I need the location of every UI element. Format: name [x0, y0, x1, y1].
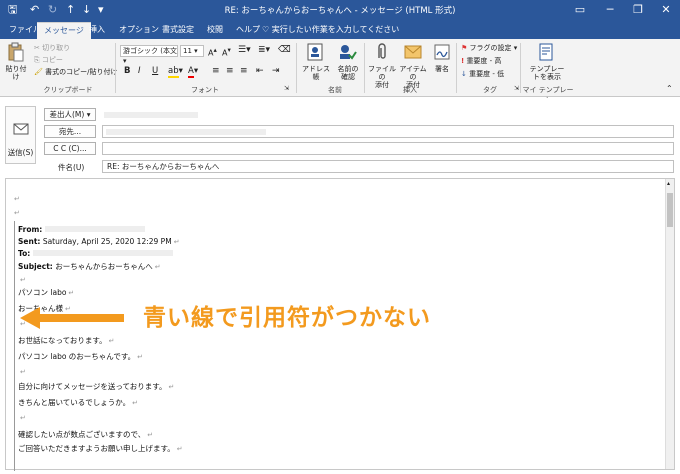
signature-label: 署名 [435, 65, 449, 73]
address-book-label: アドレス帳 [302, 65, 330, 81]
send-label: 送信(S) [7, 148, 34, 157]
clear-format-button[interactable]: ⌫ [278, 45, 291, 55]
tab-review[interactable]: 校閲 [200, 22, 230, 39]
ribbon: 貼り付け ✂ 切り取り ⎘ コピー 🖌 書式のコピー/貼り付け クリップボード … [0, 39, 680, 104]
align-right-button[interactable]: ≡ [240, 66, 248, 76]
paste-label: 貼り付け [5, 65, 27, 81]
paragraph-mark: ↵ [14, 209, 20, 217]
low-importance-button[interactable]: ↓ 重要度 - 低 [461, 69, 504, 79]
subject-label: 件名(U) [58, 163, 85, 172]
template-icon [539, 43, 553, 61]
body-line: パソコン labo のおーちゃんです。 ↵ [18, 352, 144, 361]
font-color-button[interactable]: A▾ [188, 66, 198, 78]
quoted-sent: Sent: Saturday, April 25, 2020 12:29 PM ↵ [18, 237, 180, 246]
send-button[interactable]: 送信(S) [5, 106, 36, 164]
cc-field[interactable] [102, 142, 674, 155]
check-names-label: 名前の 確認 [337, 65, 359, 81]
close-button[interactable]: ✕ [652, 0, 680, 20]
collapse-ribbon-icon[interactable]: ⌃ [666, 84, 673, 94]
font-dialog-launcher[interactable]: ⇲ [284, 84, 289, 94]
clipboard-group-label: クリップボード [43, 86, 93, 94]
annotation-text: 青い線で引用符がつかない [143, 305, 431, 331]
format-painter-button[interactable]: 🖌 書式のコピー/貼り付け [34, 67, 117, 77]
highlight-button[interactable]: ab▾ [168, 66, 183, 78]
decrease-indent-button[interactable]: ⇤ [256, 66, 264, 76]
tab-format-text[interactable]: 書式設定 [155, 22, 201, 39]
quote-line [14, 221, 15, 471]
quoted-subject: Subject: おーちゃんからおーちゃんへ ↵ [18, 262, 161, 271]
group-separator [115, 43, 116, 93]
paste-icon [8, 42, 24, 62]
body-line: ↵ [20, 368, 26, 376]
from-value [104, 112, 198, 118]
body-line: きちんと届いているでしょうか。 ↵ [18, 398, 138, 407]
font-group-label: フォント [191, 86, 219, 94]
numbering-button[interactable]: ≣▾ [258, 45, 270, 55]
follow-up-flag-button[interactable]: ⚑ フラグの設定 ▾ [461, 43, 517, 53]
body-line: ↵ [20, 414, 26, 422]
quoted-from: From: [18, 225, 145, 234]
body-line: パソコン labo ↵ [18, 288, 75, 297]
group-separator [296, 43, 297, 93]
tags-group-label: タグ [483, 86, 497, 94]
ribbon-display-icon[interactable]: ▭ [566, 0, 594, 20]
body-line: 確認したい点が数点ございますので、 ↵ [18, 430, 154, 439]
body-line: お世話になっております。 ↵ [18, 336, 115, 345]
envelope-attach-icon [404, 45, 422, 59]
high-importance-button[interactable]: ! 重要度 - 高 [461, 56, 501, 66]
paragraph-mark: ↵ [14, 195, 20, 203]
subject-field[interactable]: RE: おーちゃんからおーちゃんへ [102, 160, 674, 173]
copy-button[interactable]: ⎘ コピー [34, 55, 63, 65]
body-empty-line: ↵ [20, 276, 26, 284]
underline-button[interactable]: U [152, 66, 158, 76]
cut-button[interactable]: ✂ 切り取り [34, 43, 70, 53]
address-book-icon [307, 43, 323, 61]
group-separator [456, 43, 457, 93]
group-separator [520, 43, 521, 93]
vertical-scrollbar[interactable]: ▴ [665, 179, 674, 469]
body-line: ご回答いただきますようお願い申し上げます。 ↵ [18, 444, 183, 453]
view-templates-label: テンプレー トを表示 [529, 65, 565, 81]
message-header: 送信(S) 差出人(M) ▾ 宛先... C C (C)... 件名(U) RE… [0, 98, 680, 178]
signature-icon [434, 44, 450, 60]
cc-button[interactable]: C C (C)... [44, 142, 96, 155]
to-value [106, 129, 266, 135]
tell-me-text: 実行したい作業を入力してください [271, 25, 400, 34]
names-group-label: 名前 [328, 86, 342, 94]
font-size-select[interactable]: 11 ▾ [180, 45, 204, 57]
include-group-label: 挿入 [403, 86, 417, 94]
group-separator [364, 43, 365, 93]
ribbon-tabs: ファイル メッセージ 挿入 オプション 書式設定 校閲 ヘルプ ♡ 実行したい作… [0, 20, 680, 39]
grow-font-button[interactable]: A▴ [208, 45, 217, 59]
tags-dialog-launcher[interactable]: ⇲ [514, 84, 519, 94]
title-bar: 🖫 ↶ ↻ ↑ ↓ ▾ RE: おーちゃんからおーちゃんへ - メッセージ (H… [0, 0, 680, 20]
body-line: 自分に向けてメッセージを送っております。 ↵ [18, 382, 175, 391]
tab-insert[interactable]: 挿入 [82, 22, 112, 39]
lightbulb-icon: ♡ [262, 25, 270, 34]
scroll-up-icon[interactable]: ▴ [667, 180, 670, 187]
to-button[interactable]: 宛先... [44, 125, 96, 138]
restore-button[interactable]: ❐ [624, 0, 652, 20]
shrink-font-button[interactable]: A▾ [222, 45, 231, 59]
bold-button[interactable]: B [124, 66, 130, 76]
align-left-button[interactable]: ≡ [212, 66, 220, 76]
bullets-button[interactable]: ☰▾ [238, 45, 251, 55]
tell-me-box[interactable]: ♡ 実行したい作業を入力してください [262, 23, 399, 37]
send-icon [13, 123, 29, 135]
increase-indent-button[interactable]: ⇥ [272, 66, 280, 76]
scroll-thumb[interactable] [667, 193, 673, 227]
check-names-icon [340, 45, 357, 60]
from-button[interactable]: 差出人(M) ▾ [44, 108, 96, 121]
font-name-select[interactable]: 游ゴシック (本文 ▾ [120, 45, 178, 65]
quoted-to: To: [18, 249, 173, 258]
align-center-button[interactable]: ≡ [226, 66, 234, 76]
minimize-button[interactable]: ─ [596, 0, 624, 20]
paperclip-icon [378, 43, 386, 59]
annotation-arrow-icon [20, 307, 124, 329]
italic-button[interactable]: I [138, 66, 141, 76]
